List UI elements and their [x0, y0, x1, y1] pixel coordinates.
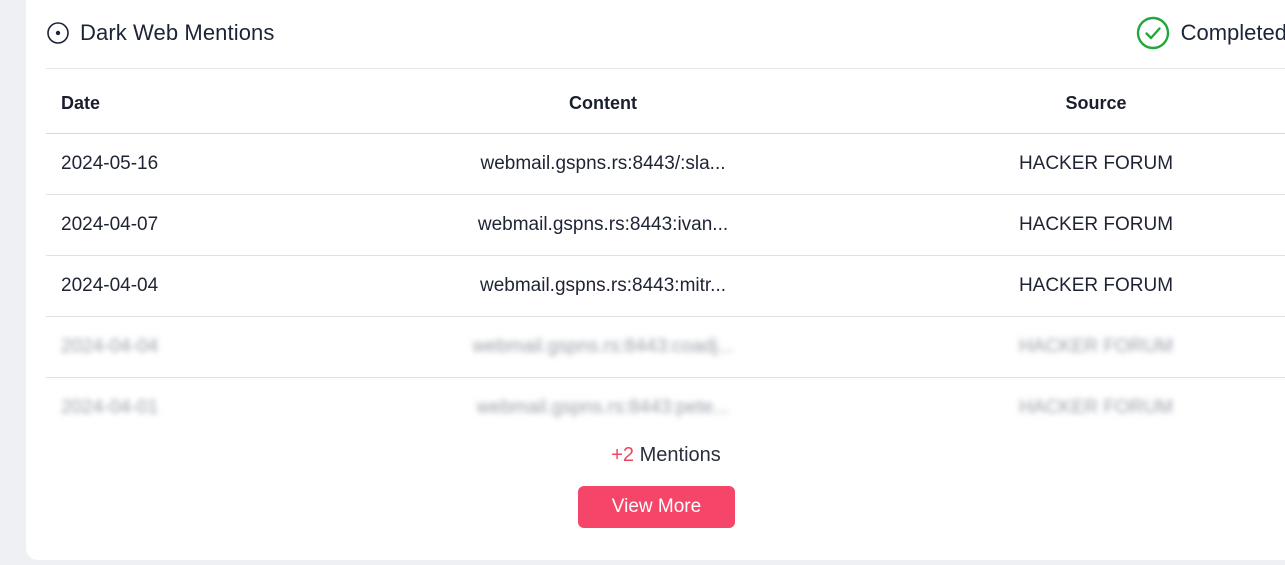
status-indicator: Completed: [1136, 16, 1285, 50]
row-date: 2024-04-01: [61, 397, 159, 418]
row-source: HACKER FORUM: [1018, 397, 1174, 418]
more-label: Mentions: [634, 444, 721, 466]
card-header: Dark Web Mentions Completed: [46, 0, 1285, 69]
table-row-blurred: 2024-04-01 webmail.gspns.rs:8443:pete...…: [46, 378, 1285, 438]
row-source: HACKER FORUM: [1018, 214, 1174, 235]
row-source: HACKER FORUM: [1018, 153, 1174, 174]
table-row[interactable]: 2024-04-07 webmail.gspns.rs:8443:ivan...…: [46, 195, 1285, 256]
row-source: HACKER FORUM: [1018, 336, 1174, 357]
table-row-blurred: 2024-04-04 webmail.gspns.rs:8443:coadj..…: [46, 317, 1285, 378]
panel-title-text: Dark Web Mentions: [80, 20, 275, 45]
column-header-source: Source: [1065, 92, 1127, 113]
table-row[interactable]: 2024-05-16 webmail.gspns.rs:8443/:sla...…: [46, 134, 1285, 195]
row-date: 2024-05-16: [61, 153, 159, 174]
target-circle-icon: [46, 21, 70, 45]
panel-title: Dark Web Mentions: [46, 19, 274, 47]
check-circle-icon: [1136, 16, 1170, 50]
column-header-content: Content: [569, 92, 637, 113]
view-more-button[interactable]: View More: [578, 486, 735, 528]
mentions-table: Date Content Source 2024-05-16 webmail.g…: [46, 73, 1285, 438]
dark-web-mentions-card: Dark Web Mentions Completed Date Content…: [26, 0, 1285, 560]
row-content: webmail.gspns.rs:8443:ivan...: [477, 214, 729, 235]
row-date: 2024-04-04: [61, 275, 159, 296]
row-source: HACKER FORUM: [1018, 275, 1174, 296]
row-content: webmail.gspns.rs:8443:mitr...: [479, 275, 727, 296]
table-row[interactable]: 2024-04-04 webmail.gspns.rs:8443:mitr...…: [46, 256, 1285, 317]
row-date: 2024-04-04: [61, 336, 159, 357]
row-content: webmail.gspns.rs:8443:pete...: [476, 397, 730, 418]
status-text: Completed: [1180, 20, 1285, 45]
row-date: 2024-04-07: [61, 214, 159, 235]
more-count: +2: [611, 444, 635, 466]
table-header-row: Date Content Source: [46, 73, 1285, 134]
row-content: webmail.gspns.rs:8443/:sla...: [480, 153, 726, 174]
more-mentions-count: +2 Mentions: [26, 444, 1285, 467]
row-content: webmail.gspns.rs:8443:coadj...: [472, 336, 734, 357]
column-header-date: Date: [61, 92, 101, 113]
